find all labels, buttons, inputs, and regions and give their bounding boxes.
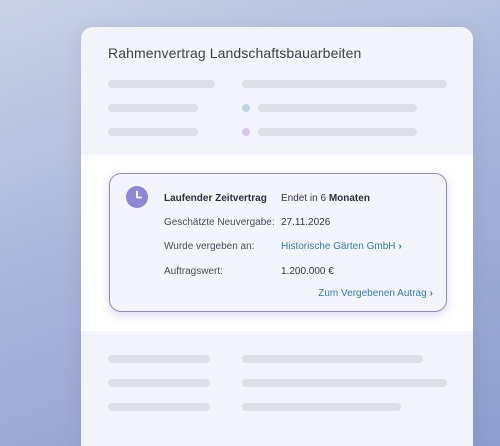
placeholder-bar xyxy=(242,80,447,88)
contract-status: Endet in 6 Monaten xyxy=(281,193,370,204)
panel-title: Rahmenvertrag Landschaftsbauarbeiten xyxy=(108,45,362,61)
renewal-date: 27.11.2026 xyxy=(281,217,331,228)
placeholder-bar xyxy=(258,128,417,136)
awarded-label: Wurde vergeben an: xyxy=(164,241,255,252)
value-label: Auftragswert: xyxy=(164,266,223,277)
contract-panel: Rahmenvertrag Landschaftsbauarbeiten Lau… xyxy=(81,27,473,446)
placeholder-bar xyxy=(108,355,210,363)
placeholder-bar xyxy=(108,80,215,88)
chevron-right-icon: › xyxy=(429,288,433,299)
placeholder-bar xyxy=(242,379,447,387)
card-heading: Laufender Zeitvertrag xyxy=(164,193,267,204)
status-dot-blue xyxy=(242,104,250,112)
placeholder-bar xyxy=(242,355,423,363)
open-awarded-contract-link[interactable]: Zum Vergebenen Autrag › xyxy=(318,288,433,299)
placeholder-bar xyxy=(258,104,417,112)
placeholder-bar xyxy=(108,104,198,112)
contract-value: 1.200.000 € xyxy=(281,266,334,277)
chevron-right-icon: › xyxy=(398,241,402,252)
placeholder-bar xyxy=(108,128,198,136)
status-dot-purple xyxy=(242,128,250,136)
status-prefix: Endet in 6 xyxy=(281,193,327,204)
placeholder-bar xyxy=(242,403,401,411)
clock-icon xyxy=(126,186,148,208)
renewal-label: Geschätzte Neuvergabe: xyxy=(164,217,275,228)
placeholder-bar xyxy=(108,379,210,387)
awarded-company-name: Historische Gärten GmbH xyxy=(281,241,396,252)
placeholder-bar xyxy=(108,403,210,411)
status-unit: Monaten xyxy=(328,193,370,204)
cta-label: Zum Vergebenen Autrag xyxy=(318,288,427,299)
contract-info-card: Laufender Zeitvertrag Endet in 6 Monaten… xyxy=(109,173,447,312)
awarded-company-link[interactable]: Historische Gärten GmbH › xyxy=(281,241,402,252)
